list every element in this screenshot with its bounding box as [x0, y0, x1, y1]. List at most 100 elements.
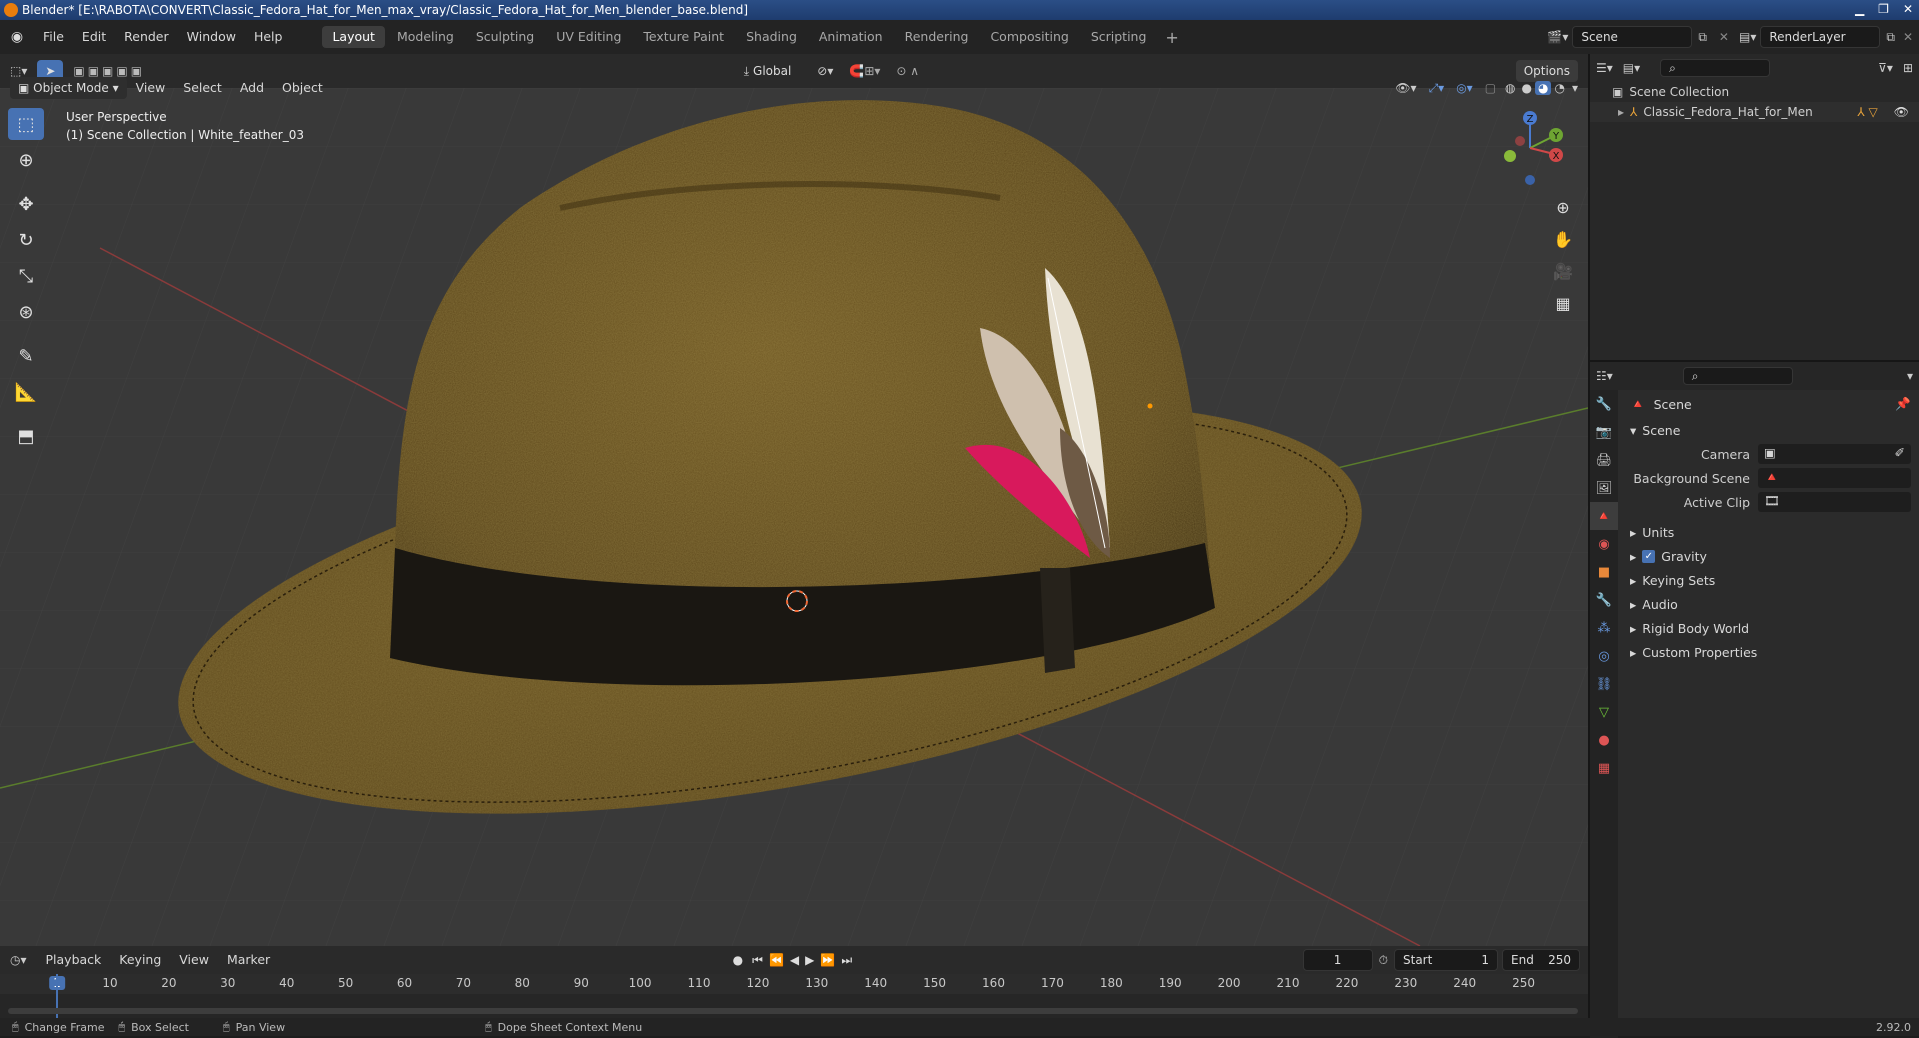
rotate-tool-icon[interactable]: ↻ — [8, 224, 44, 256]
zoom-icon[interactable]: ⊕ — [1548, 192, 1578, 222]
shading-material-icon[interactable]: ◕ — [1535, 81, 1552, 95]
scene-panel-header[interactable]: ▾ Scene — [1620, 418, 1919, 442]
viewport-menu-add[interactable]: Add — [231, 77, 273, 99]
tab-shading[interactable]: Shading — [736, 26, 807, 48]
tab-layout[interactable]: Layout — [322, 26, 385, 48]
visibility-eye-icon[interactable]: 👁 — [1884, 105, 1919, 119]
frame-rate-icon[interactable]: ⏱ — [1373, 953, 1394, 968]
jump-end-icon[interactable]: ⏭ — [838, 953, 855, 968]
timeline-scrollbar[interactable] — [8, 1008, 1578, 1014]
view-layer-tab-icon[interactable]: 🖼 — [1590, 474, 1618, 502]
timeline-menu-view[interactable]: View — [170, 949, 218, 971]
tab-rendering[interactable]: Rendering — [895, 26, 979, 48]
active-clip-field[interactable]: 🎞 — [1758, 492, 1911, 512]
constraints-tab-icon[interactable]: ⛓ — [1590, 670, 1618, 698]
renderlayer-icon[interactable]: ▤▾ — [1735, 30, 1760, 44]
annotate-tool-icon[interactable]: ✎ — [8, 340, 44, 372]
outliner-editor-icon[interactable]: ☰▾ — [1596, 61, 1613, 75]
menu-edit[interactable]: Edit — [73, 20, 115, 54]
3d-viewport[interactable]: User Perspective (1) Scene Collection | … — [0, 88, 1588, 946]
cursor-tool-icon[interactable]: ⊕ — [8, 144, 44, 176]
xray-icon[interactable]: ▢ — [1479, 81, 1502, 95]
camera-view-icon[interactable]: 🎥 — [1548, 256, 1578, 286]
scene-field[interactable]: Scene — [1572, 26, 1693, 48]
tab-texture-paint[interactable]: Texture Paint — [633, 26, 734, 48]
menu-window[interactable]: Window — [178, 20, 245, 54]
outliner-new-collection-icon[interactable]: ⊞ — [1903, 61, 1913, 75]
timeline-menu-marker[interactable]: Marker — [218, 949, 279, 971]
tab-compositing[interactable]: Compositing — [980, 26, 1078, 48]
prev-keyframe-icon[interactable]: ⏪ — [766, 953, 787, 967]
pan-hand-icon[interactable]: ✋ — [1548, 224, 1578, 254]
record-icon[interactable]: ● — [727, 953, 749, 967]
texture-tab-icon[interactable]: ▦ — [1590, 754, 1618, 782]
timeline-menu-keying[interactable]: Keying — [110, 949, 170, 971]
menu-help[interactable]: Help — [245, 20, 292, 54]
object-mode-dropdown[interactable]: ▣ Object Mode ▾ — [10, 77, 127, 99]
tab-scripting[interactable]: Scripting — [1081, 26, 1157, 48]
tool-tab-icon[interactable]: 🔧 — [1590, 390, 1618, 418]
tab-sculpting[interactable]: Sculpting — [466, 26, 544, 48]
shading-solid-icon[interactable]: ● — [1519, 81, 1535, 95]
world-tab-icon[interactable]: ◉ — [1590, 530, 1618, 558]
properties-options-icon[interactable]: ▾ — [1907, 369, 1913, 383]
custom-properties-panel-header[interactable]: ▸ Custom Properties — [1620, 640, 1919, 664]
gravity-panel-header[interactable]: ▸ ✓ Gravity — [1620, 544, 1919, 568]
tab-animation[interactable]: Animation — [809, 26, 893, 48]
menu-render[interactable]: Render — [115, 20, 178, 54]
outliner-display-mode-icon[interactable]: ▤▾ — [1623, 61, 1640, 75]
data-tab-icon[interactable]: ▽ — [1590, 698, 1618, 726]
timeline-area[interactable]: 1102030405060708090100110120130140150160… — [0, 974, 1588, 1018]
gizmo-toggle-icon[interactable]: ⤢▾ — [1423, 81, 1451, 96]
visibility-icon[interactable]: 👁▾ — [1389, 81, 1422, 95]
shading-rendered-icon[interactable]: ◔ — [1551, 81, 1567, 95]
outliner-search-input[interactable]: ⌕ — [1660, 59, 1771, 77]
viewport-menu-view[interactable]: View — [127, 77, 175, 99]
transform-tool-icon[interactable]: ⊛ — [8, 296, 44, 328]
close-icon[interactable]: ✕ — [1903, 2, 1913, 16]
rigid-body-world-panel-header[interactable]: ▸ Rigid Body World — [1620, 616, 1919, 640]
expand-chevron-icon[interactable]: ▸ — [1618, 105, 1624, 119]
properties-search-input[interactable]: ⌕ — [1682, 367, 1793, 385]
properties-editor-icon[interactable]: ☷▾ — [1596, 369, 1613, 383]
object-tab-icon[interactable]: ■ — [1590, 558, 1618, 586]
outliner-filter-icon[interactable]: ⊽▾ — [1878, 61, 1893, 75]
outliner-row-scene-collection[interactable]: ▣ Scene Collection — [1590, 82, 1919, 102]
minimize-icon[interactable]: ▁ — [1855, 2, 1864, 16]
renderlayer-field[interactable]: RenderLayer — [1760, 26, 1881, 48]
blender-menu-icon[interactable]: ◉ — [0, 29, 34, 45]
add-cube-tool-icon[interactable]: ⬒ — [8, 420, 44, 452]
maximize-icon[interactable]: ❐ — [1878, 2, 1889, 16]
delete-scene-icon[interactable]: ✕ — [1713, 30, 1735, 44]
menu-file[interactable]: File — [34, 20, 73, 54]
scale-tool-icon[interactable]: ⤡ — [8, 260, 44, 292]
physics-tab-icon[interactable]: ◎ — [1590, 642, 1618, 670]
pin-icon[interactable]: 📌 — [1895, 396, 1919, 412]
modifier-tab-icon[interactable]: 🔧 — [1590, 586, 1618, 614]
timeline-editor-icon[interactable]: ◷▾ — [0, 953, 37, 967]
tab-uv-editing[interactable]: UV Editing — [546, 26, 631, 48]
delete-renderlayer-icon[interactable]: ✕ — [1901, 30, 1919, 44]
end-frame-field[interactable]: End 250 — [1502, 949, 1580, 971]
output-tab-icon[interactable]: 🖨 — [1590, 446, 1618, 474]
audio-panel-header[interactable]: ▸ Audio — [1620, 592, 1919, 616]
gravity-checkbox[interactable]: ✓ — [1642, 549, 1656, 563]
add-workspace-icon[interactable]: + — [1157, 28, 1186, 47]
new-scene-icon[interactable]: ⧉ — [1692, 30, 1713, 45]
viewport-menu-select[interactable]: Select — [174, 77, 231, 99]
select-box-tool-icon[interactable]: ⬚ — [8, 108, 44, 140]
outliner-row-hat[interactable]: ▸ ⅄ Classic_Fedora_Hat_for_Men ⅄ ▽ 👁 — [1590, 102, 1919, 122]
shading-options-icon[interactable]: ▾ — [1568, 81, 1588, 95]
camera-field[interactable]: ▣ ✐ — [1758, 444, 1911, 464]
viewport-canvas[interactable] — [0, 88, 1588, 946]
frame-ruler[interactable]: 1102030405060708090100110120130140150160… — [0, 974, 1588, 994]
current-frame-field[interactable]: 1 — [1302, 949, 1373, 971]
timeline-menu-playback[interactable]: Playback — [37, 949, 111, 971]
shading-wireframe-icon[interactable]: ◍ — [1502, 81, 1518, 95]
tab-modeling[interactable]: Modeling — [387, 26, 464, 48]
eyedropper-icon[interactable]: ✐ — [1895, 445, 1905, 460]
viewport-menu-object[interactable]: Object — [273, 77, 332, 99]
keying-sets-panel-header[interactable]: ▸ Keying Sets — [1620, 568, 1919, 592]
navigation-gizmo[interactable]: Z Y X — [1490, 108, 1570, 188]
scene-tab-icon[interactable]: 🔺 — [1590, 502, 1618, 530]
